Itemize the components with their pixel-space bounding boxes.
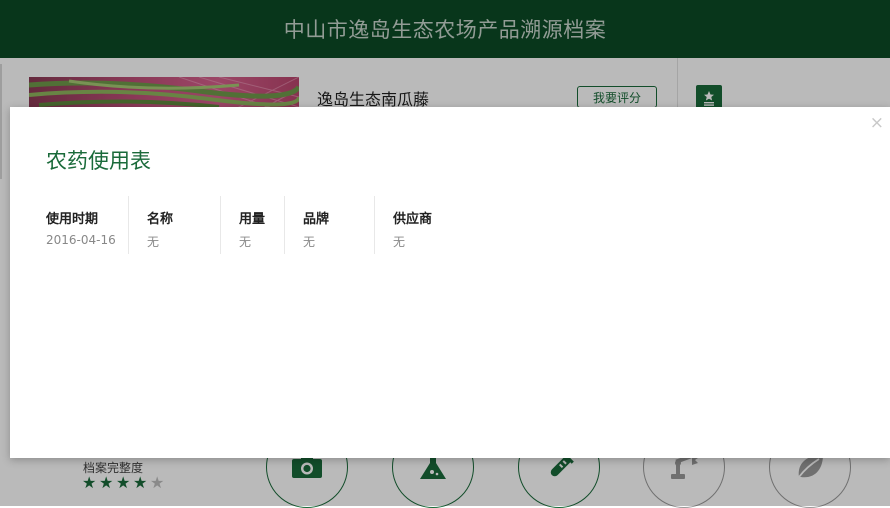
column-header: 名称	[147, 212, 174, 227]
column-header: 供应商	[393, 212, 433, 227]
table-column: 品牌 无	[284, 196, 374, 254]
table-cell: 2016-04-16	[46, 233, 116, 247]
table-cell: 无	[393, 235, 406, 249]
table-column: 供应商 无	[374, 196, 464, 254]
modal-title: 农药使用表	[46, 149, 151, 173]
table-column: 用量 无	[220, 196, 284, 254]
table-column: 名称 无	[128, 196, 220, 254]
table-cell: 无	[147, 235, 160, 249]
pesticide-table: 使用时期 2016-04-16 名称 无 用量 无 品牌 无 供应商 无	[46, 196, 464, 254]
table-cell: 无	[303, 235, 316, 249]
table-column: 使用时期 2016-04-16	[46, 196, 128, 254]
column-header: 使用时期	[46, 212, 99, 227]
pesticide-modal: × 农药使用表 使用时期 2016-04-16 名称 无 用量 无 品牌 无 供…	[10, 107, 890, 458]
table-cell: 无	[239, 235, 252, 249]
column-header: 用量	[239, 212, 266, 227]
column-header: 品牌	[303, 212, 330, 227]
close-icon[interactable]: ×	[870, 115, 884, 132]
